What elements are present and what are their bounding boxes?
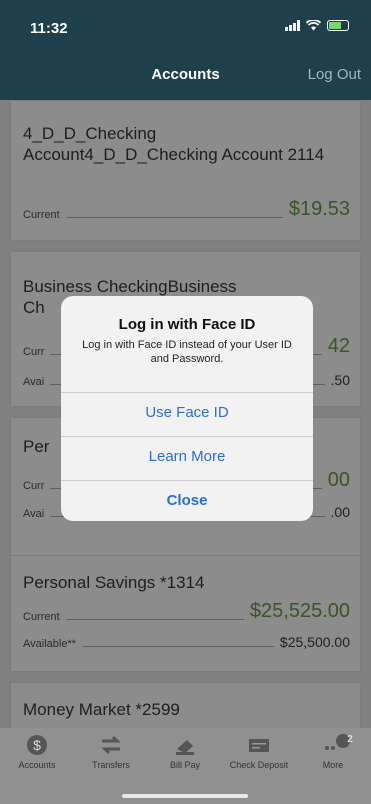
tab-label: Check Deposit: [229, 760, 289, 770]
alert-title: Log in with Face ID: [118, 316, 256, 333]
use-face-id-button[interactable]: Use Face ID: [61, 392, 313, 432]
tab-accounts[interactable]: $ Accounts: [0, 734, 74, 770]
svg-text:$: $: [33, 737, 41, 753]
learn-more-button[interactable]: Learn More: [61, 436, 313, 476]
tab-label: Accounts: [18, 760, 56, 770]
signal-icon: [285, 20, 300, 31]
wifi-icon: [306, 20, 321, 31]
bill-pay-icon: [174, 734, 196, 756]
face-id-alert: Log in with Face ID Log in with Face ID …: [61, 296, 313, 521]
nav-header: Accounts Log Out: [0, 44, 371, 100]
tab-check-deposit[interactable]: Check Deposit: [222, 734, 296, 770]
logout-button[interactable]: Log Out: [308, 66, 361, 83]
tab-label: More: [322, 760, 344, 770]
close-button[interactable]: Close: [61, 480, 313, 520]
status-icons: [285, 20, 349, 31]
more-dots-icon: 2: [322, 734, 353, 756]
check-deposit-icon: [248, 734, 270, 756]
tab-bar: $ Accounts Transfers Bill Pay Check Depo…: [0, 728, 371, 804]
home-indicator: [122, 794, 248, 798]
alert-message: Log in with Face ID instead of your User…: [82, 339, 292, 365]
transfer-arrows-icon: [100, 734, 122, 756]
tab-label: Transfers: [92, 760, 130, 770]
tab-label: Bill Pay: [169, 760, 200, 770]
battery-icon: [327, 20, 349, 31]
tab-bill-pay[interactable]: Bill Pay: [148, 734, 222, 770]
tab-transfers[interactable]: Transfers: [74, 734, 148, 770]
tab-more[interactable]: 2 More: [296, 734, 370, 770]
dollar-circle-icon: $: [26, 734, 48, 756]
status-bar: 11:32: [0, 0, 371, 44]
status-time: 11:32: [30, 20, 68, 37]
more-badge: 2: [347, 734, 353, 745]
